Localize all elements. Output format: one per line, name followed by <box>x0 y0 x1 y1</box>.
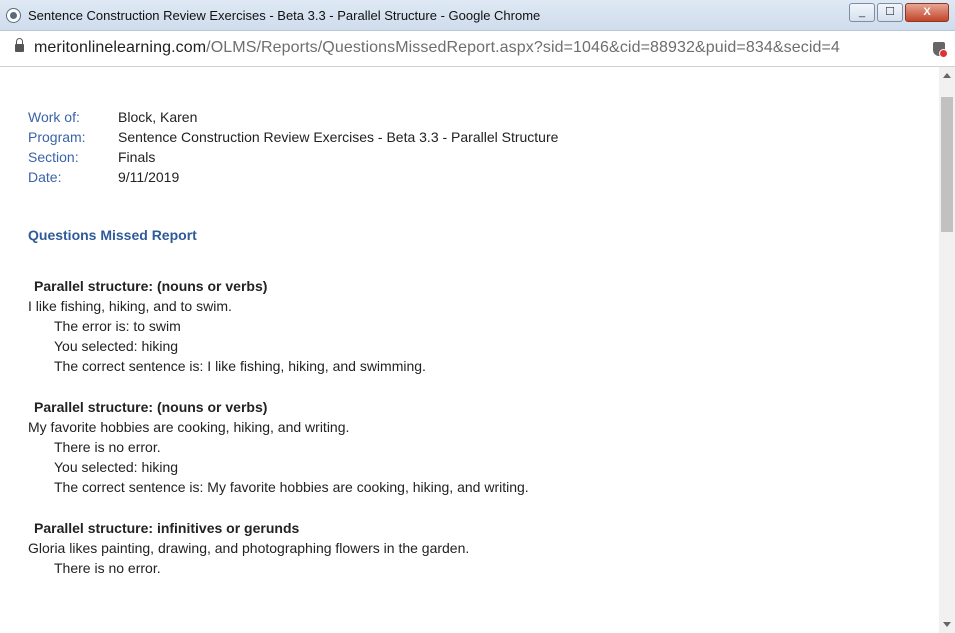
question-heading: Parallel structure: infinitives or gerun… <box>34 520 300 536</box>
close-button[interactable]: X <box>905 3 949 22</box>
url-domain: meritonlinelearning.com <box>34 39 207 56</box>
question-item: Parallel structure: infinitives or gerun… <box>28 519 914 578</box>
question-sentence: Gloria likes painting, drawing, and phot… <box>28 540 470 556</box>
report-title: Questions Missed Report <box>28 227 197 243</box>
question-correct: The correct sentence is: I like fishing,… <box>54 358 426 374</box>
report-meta: Work of: Block, Karen Program: Sentence … <box>28 107 558 187</box>
question-correct: The correct sentence is: My favorite hob… <box>54 479 529 495</box>
question-sentence: My favorite hobbies are cooking, hiking,… <box>28 419 350 435</box>
url-text[interactable]: meritonlinelearning.com/OLMS/Reports/Que… <box>34 39 840 57</box>
scroll-down-arrow-icon[interactable] <box>943 622 951 627</box>
meta-row-work-of: Work of: Block, Karen <box>28 107 558 127</box>
question-error: The error is: to swim <box>54 318 181 334</box>
question-item: Parallel structure: (nouns or verbs) My … <box>28 398 914 497</box>
date-label: Date: <box>28 169 62 185</box>
section-value: Finals <box>118 149 156 165</box>
program-value: Sentence Construction Review Exercises -… <box>118 129 559 145</box>
chrome-icon <box>6 8 21 23</box>
page-content: Work of: Block, Karen Program: Sentence … <box>0 67 940 633</box>
question-selected: You selected: hiking <box>54 459 179 475</box>
question-item: Parallel structure: (nouns or verbs) I l… <box>28 277 914 376</box>
meta-row-program: Program: Sentence Construction Review Ex… <box>28 127 558 147</box>
questions-list: Parallel structure: (nouns or verbs) I l… <box>28 277 914 600</box>
question-selected: You selected: hiking <box>54 338 179 354</box>
meta-row-date: Date: 9/11/2019 <box>28 167 558 187</box>
question-heading: Parallel structure: (nouns or verbs) <box>34 399 268 415</box>
window-title: Sentence Construction Review Exercises -… <box>28 8 541 23</box>
window-titlebar: Sentence Construction Review Exercises -… <box>0 0 955 31</box>
question-error: There is no error. <box>54 560 161 576</box>
question-sentence: I like fishing, hiking, and to swim. <box>28 298 232 314</box>
maximize-button[interactable]: ☐ <box>877 3 903 22</box>
vertical-scrollbar[interactable] <box>939 67 955 633</box>
work-of-label: Work of: <box>28 109 80 125</box>
program-label: Program: <box>28 129 86 145</box>
url-path: /OLMS/Reports/QuestionsMissedReport.aspx… <box>206 39 840 56</box>
question-error: There is no error. <box>54 439 161 455</box>
section-label: Section: <box>28 149 79 165</box>
minimize-button[interactable]: _ <box>849 3 875 22</box>
meta-row-section: Section: Finals <box>28 147 558 167</box>
scroll-thumb[interactable] <box>941 97 953 232</box>
scroll-up-arrow-icon[interactable] <box>943 73 951 78</box>
date-value: 9/11/2019 <box>118 169 180 185</box>
question-heading: Parallel structure: (nouns or verbs) <box>34 278 268 294</box>
lock-icon[interactable] <box>15 38 24 52</box>
address-bar[interactable]: meritonlinelearning.com/OLMS/Reports/Que… <box>0 31 955 67</box>
work-of-value: Block, Karen <box>118 109 198 125</box>
blocked-content-icon[interactable] <box>933 42 948 58</box>
window-controls: _ ☐ X <box>849 3 949 22</box>
